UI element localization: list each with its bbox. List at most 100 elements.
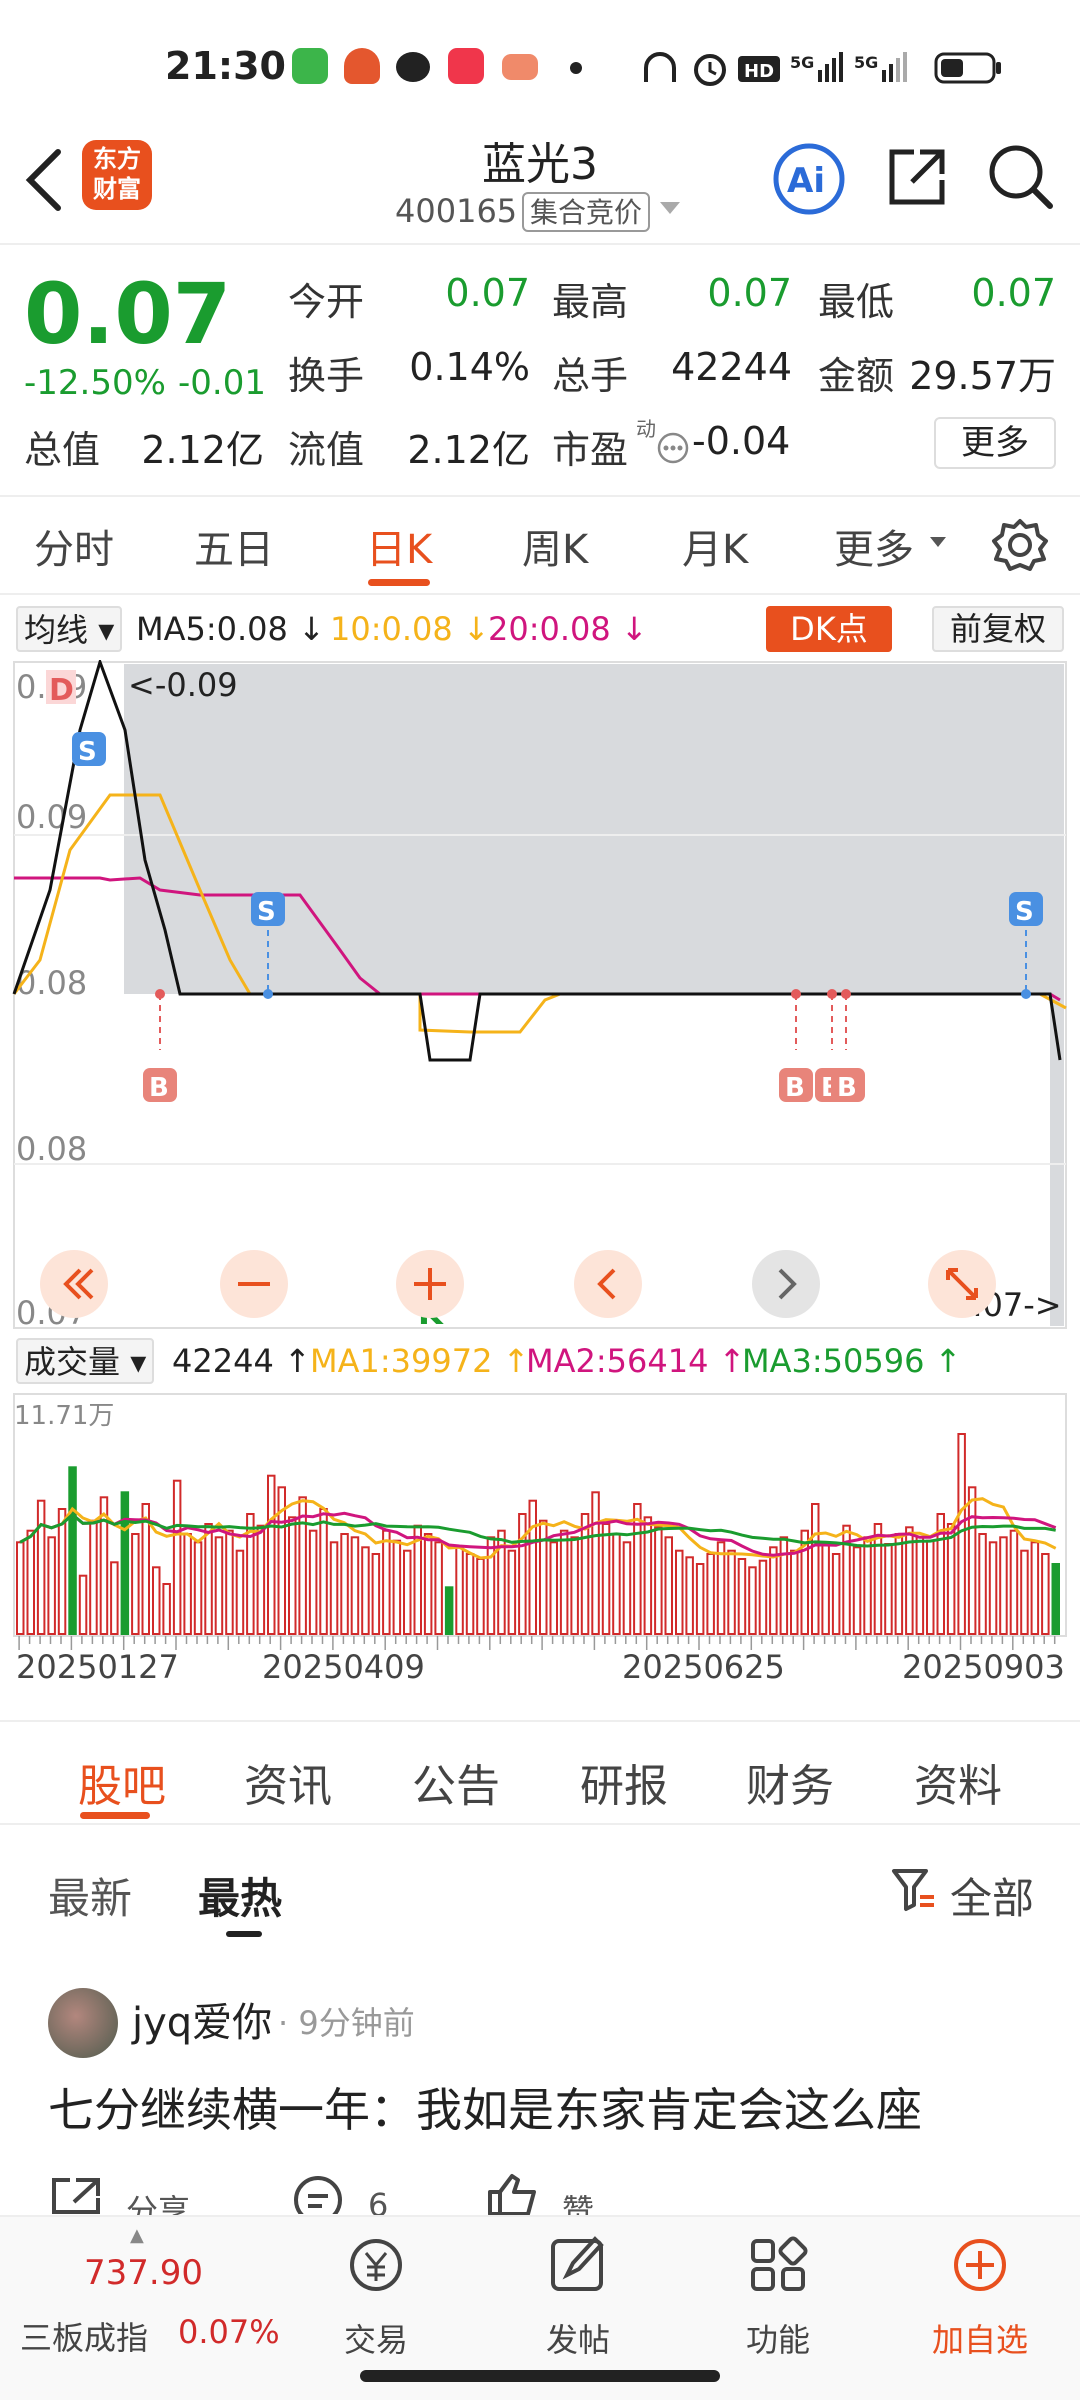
- post-username[interactable]: jyq爱你: [132, 1990, 272, 2048]
- volume-bar: [267, 1474, 276, 1635]
- share-icon[interactable]: [884, 144, 950, 210]
- volume-bar: [894, 1533, 904, 1635]
- signal-s-marker[interactable]: S: [72, 732, 106, 767]
- game-icon: [502, 54, 538, 80]
- zoom-out-button[interactable]: [220, 1250, 288, 1318]
- status-time: 21:30: [165, 44, 286, 88]
- turnover-value: 0.14%: [409, 345, 530, 389]
- ma-selector[interactable]: 均线 ▾: [16, 606, 123, 652]
- home-indicator[interactable]: [360, 2370, 720, 2382]
- volume-bar: [455, 1546, 464, 1635]
- volume-bar: [852, 1546, 862, 1635]
- tab-guba[interactable]: 股吧: [78, 1750, 166, 1814]
- comment-icon[interactable]: [290, 2174, 346, 2214]
- volume-bar: [288, 1516, 297, 1635]
- volume-bar: [340, 1533, 349, 1635]
- volume-bar: [403, 1549, 412, 1635]
- volume-bar: [706, 1553, 715, 1635]
- add-circle-icon: [954, 2239, 1006, 2291]
- adjust-mode-button[interactable]: 前复权: [932, 606, 1064, 652]
- signal-b-marker[interactable]: B: [831, 1068, 865, 1103]
- volume-bar: [16, 1541, 25, 1635]
- signal-d-marker[interactable]: D: [46, 670, 76, 708]
- avatar[interactable]: [48, 1988, 118, 2058]
- volume-bar: [486, 1536, 496, 1635]
- scroll-right-button[interactable]: [752, 1250, 820, 1318]
- scroll-left-button[interactable]: [574, 1250, 642, 1318]
- filter-all[interactable]: 全部: [950, 1865, 1034, 1926]
- low-value: 0.07: [971, 271, 1056, 315]
- volume-bar: [434, 1541, 443, 1635]
- scroll-left-fast-button[interactable]: [40, 1250, 108, 1318]
- search-icon[interactable]: [986, 142, 1056, 212]
- volume-bar: [36, 1499, 46, 1635]
- tab-latest[interactable]: 最新: [48, 1865, 132, 1926]
- volume-bar: [1009, 1529, 1019, 1635]
- volume-bar: [811, 1503, 820, 1635]
- volume-bar: [78, 1574, 88, 1635]
- high-value: 0.07: [707, 271, 792, 315]
- volume-bar: [863, 1536, 872, 1635]
- svg-text:B: B: [837, 1073, 857, 1103]
- add-watchlist-button[interactable]: 加自选: [910, 2233, 1050, 2361]
- zoom-in-button[interactable]: [396, 1250, 464, 1318]
- max-price-marker: <-0.09: [128, 666, 238, 704]
- tab-daily-k[interactable]: 日K: [366, 517, 432, 575]
- signal-b-marker[interactable]: B: [143, 1068, 177, 1103]
- tab-weekly-k[interactable]: 周K: [522, 517, 588, 575]
- post-text[interactable]: 七分继续横一年：我如是东家肯定会这么座: [48, 2074, 922, 2140]
- more-dots-icon[interactable]: [656, 431, 690, 465]
- tab-five-day[interactable]: 五日: [194, 517, 274, 575]
- stock-code: 400165: [395, 192, 518, 230]
- svg-text:S: S: [78, 737, 97, 767]
- volume-bar: [622, 1541, 632, 1635]
- sort-tabs: 最新 最热 全部: [0, 1825, 1080, 1945]
- volume-bar: [654, 1526, 663, 1635]
- x-tick-label-2: 20250409: [262, 1648, 425, 1686]
- settings-gear-icon[interactable]: [990, 515, 1050, 575]
- volume-bar: [716, 1541, 726, 1635]
- index-ticker[interactable]: ▲ 737.90 三板成指 0.07%: [0, 2217, 280, 2400]
- volume-bar: [26, 1529, 35, 1635]
- share-icon[interactable]: [48, 2174, 104, 2214]
- tab-research[interactable]: 研报: [580, 1750, 668, 1814]
- volume-bar: [507, 1549, 517, 1635]
- volume-bar: [873, 1523, 883, 1635]
- active-tab-indicator: [368, 579, 430, 586]
- tab-hot[interactable]: 最热: [198, 1865, 282, 1926]
- volume-bar: [790, 1549, 799, 1635]
- dk-point-button[interactable]: DK点: [766, 606, 892, 652]
- tab-monthly-k[interactable]: 月K: [682, 517, 748, 575]
- volume-chart[interactable]: 11.71万 20250127 20250409 20250625 202509…: [0, 1392, 1080, 1712]
- fullscreen-button[interactable]: [928, 1250, 996, 1318]
- svg-text:5G: 5G: [854, 53, 878, 72]
- ma10-value: 10:0.08 ↓: [330, 610, 490, 648]
- volume-bar: [476, 1558, 485, 1635]
- trade-button[interactable]: 交易: [306, 2233, 446, 2361]
- ai-assistant-icon[interactable]: Ai: [772, 142, 846, 216]
- signal-s-marker[interactable]: S: [251, 892, 285, 927]
- market-status-badge[interactable]: 集合竞价: [522, 192, 651, 232]
- tab-announcements[interactable]: 公告: [412, 1750, 500, 1814]
- signal-b-marker[interactable]: B: [779, 1068, 813, 1103]
- functions-button[interactable]: 功能: [708, 2233, 848, 2361]
- volume-bar: [444, 1586, 454, 1636]
- price-chart[interactable]: 0.09 0.09 0.08 0.08 0.07 <-0.09 0.07-> D…: [0, 660, 1080, 1330]
- tab-profile[interactable]: 资料: [914, 1750, 1002, 1814]
- more-button[interactable]: 更多: [934, 417, 1056, 469]
- filter-icon[interactable]: [890, 1865, 936, 1915]
- volume-bar: [779, 1536, 789, 1635]
- trade-icon: [350, 2239, 402, 2291]
- chevron-down-icon[interactable]: [658, 198, 682, 218]
- signal-s-marker[interactable]: S: [1009, 892, 1043, 927]
- volume-bar: [361, 1546, 370, 1635]
- tab-news[interactable]: 资讯: [244, 1750, 332, 1814]
- tab-intraday[interactable]: 分时: [34, 517, 114, 575]
- y-label-3: 0.08: [16, 964, 87, 1002]
- post-button[interactable]: 发帖: [508, 2233, 648, 2361]
- tab-more[interactable]: 更多: [834, 517, 914, 575]
- chevron-down-icon[interactable]: [928, 535, 948, 551]
- tab-finance[interactable]: 财务: [746, 1750, 834, 1814]
- like-icon[interactable]: [484, 2172, 540, 2216]
- volume-indicator-selector[interactable]: 成交量 ▾: [16, 1338, 155, 1384]
